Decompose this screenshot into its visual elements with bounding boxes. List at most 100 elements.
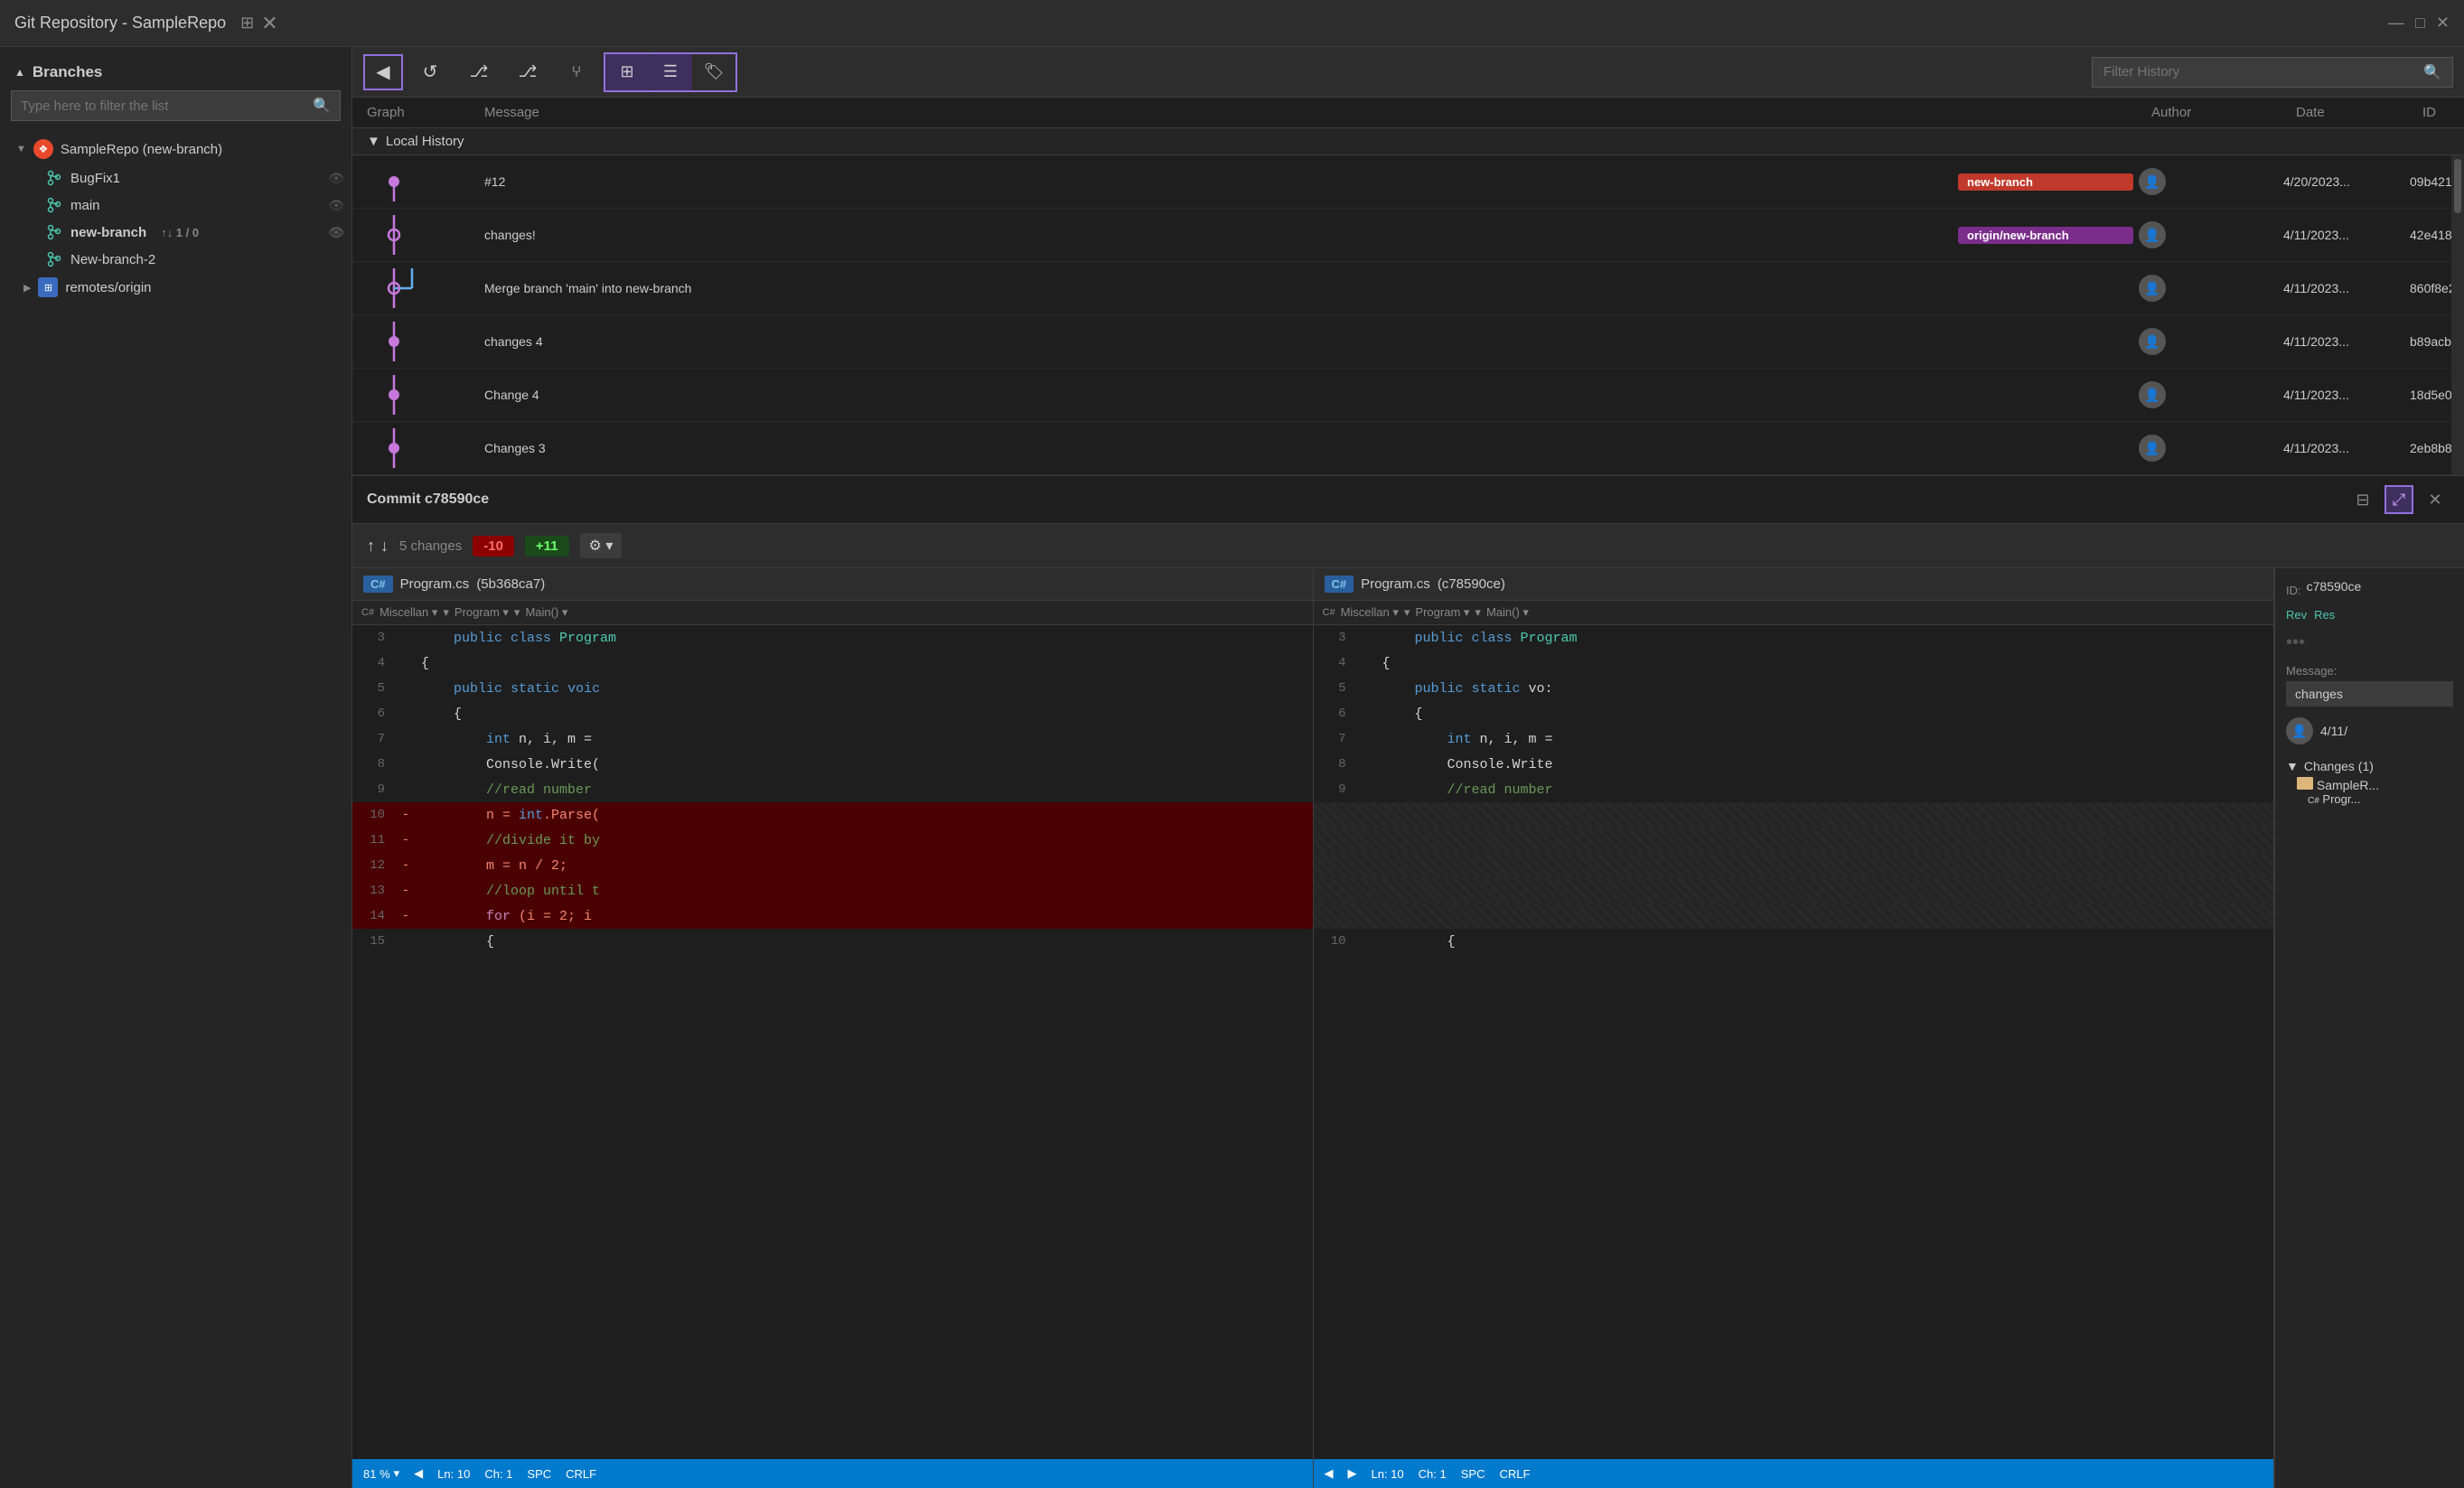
- close-diff-button[interactable]: ✕: [2421, 485, 2450, 514]
- nav-miscellan-right[interactable]: Miscellan ▾: [1341, 605, 1399, 620]
- table-row[interactable]: Change 4 👤 4/11/2023... 18d5e0be: [352, 369, 2451, 422]
- nav-program-left[interactable]: Program ▾: [454, 605, 509, 620]
- repo-icon: ❖: [33, 139, 53, 159]
- diff-header: ↑ ↓ 5 changes -10 +11 ⚙ ▾: [352, 524, 2464, 568]
- cs-badge-right: C#: [1325, 576, 1354, 593]
- pull-button[interactable]: ⎇: [506, 54, 549, 90]
- pin-button[interactable]: ⊞: [240, 14, 254, 33]
- view-graph-button[interactable]: ⊞: [605, 54, 649, 90]
- ln-left: Ln: 10: [437, 1467, 470, 1481]
- scroll-right-right[interactable]: ▶: [1348, 1466, 1357, 1481]
- graph-cell-5: [367, 375, 484, 415]
- diff-left-file-header: C# Program.cs (5b368ca7): [352, 568, 1313, 601]
- code-line: 9 //read number: [1314, 777, 2274, 802]
- branch-item-new-branch[interactable]: new-branch ↑↓ 1 / 0 👁: [9, 219, 351, 246]
- author-avatar-6: 👤: [2139, 435, 2166, 462]
- filter-search-icon[interactable]: 🔍: [2423, 63, 2441, 81]
- branch-icon-bugfix1: [45, 169, 63, 187]
- branch-eye-new-branch[interactable]: 👁: [328, 225, 344, 240]
- commit-date-6: 4/11/2023...: [2283, 441, 2410, 455]
- diff-down-arrow[interactable]: ↓: [380, 537, 389, 556]
- expand-button[interactable]: ⤢: [2384, 485, 2413, 514]
- nav-sep-2-left: ▾: [514, 605, 520, 620]
- changes-collapse[interactable]: ▼: [2286, 759, 2299, 773]
- col-id: ID: [2422, 105, 2450, 120]
- branch-tree: ▼ ❖ SampleRepo (new-branch) BugFix1 👁: [0, 134, 351, 302]
- table-row[interactable]: Changes 3 👤 4/11/2023... 2eb8b8d8: [352, 422, 2451, 475]
- remotes-collapse-arrow[interactable]: ▶: [23, 282, 31, 294]
- remotes-item[interactable]: ▶ ⊞ remotes/origin: [9, 273, 351, 302]
- commit-message-2: changes!: [484, 228, 1958, 242]
- branch-button[interactable]: ⑂: [555, 54, 598, 90]
- code-line: 6 {: [352, 701, 1313, 726]
- nav-main-left[interactable]: Main() ▾: [525, 605, 567, 620]
- diff-up-arrow[interactable]: ↑: [367, 537, 375, 556]
- code-line: 4 {: [1314, 650, 2274, 676]
- maximize-button[interactable]: □: [2415, 14, 2425, 33]
- back-button[interactable]: ◀: [363, 54, 403, 90]
- folder-icon: [2297, 777, 2313, 790]
- scroll-left[interactable]: ◀: [414, 1466, 423, 1481]
- history-header: Graph Message Author Date ID: [352, 98, 2464, 128]
- changes-file-name: Progr...: [2322, 792, 2360, 806]
- minimize-button[interactable]: —: [2388, 14, 2404, 33]
- commit-message-3: Merge branch 'main' into new-branch: [484, 281, 1958, 295]
- table-row[interactable]: changes! origin/new-branch 👤 4/11/2023..…: [352, 209, 2451, 262]
- revert-button[interactable]: Rev: [2286, 608, 2307, 622]
- branch-item-main[interactable]: main 👁: [9, 192, 351, 219]
- view-list-button[interactable]: ☰: [649, 54, 692, 90]
- code-line: 7 int n, i, m =: [1314, 726, 2274, 752]
- diff-settings-button[interactable]: ⚙ ▾: [580, 533, 623, 558]
- diff-right-hash: (c78590ce): [1438, 576, 1505, 592]
- repo-collapse-arrow[interactable]: ▼: [16, 144, 26, 154]
- branch-search-box[interactable]: 🔍: [11, 90, 341, 121]
- fetch-button[interactable]: ⎇: [457, 54, 501, 90]
- remotes-name: remotes/origin: [65, 280, 151, 295]
- window-close-button[interactable]: ✕: [2436, 14, 2450, 33]
- graph-cell-1: [367, 162, 484, 201]
- zoom-value: 81 %: [363, 1467, 390, 1481]
- code-line: 4 {: [352, 650, 1313, 676]
- reset-button[interactable]: Res: [2314, 608, 2335, 622]
- split-view-button[interactable]: ⊟: [2348, 485, 2377, 514]
- history-scrollbar[interactable]: [2451, 155, 2464, 475]
- branch-name-new-branch-2: New-branch-2: [70, 252, 155, 267]
- branch-eye-main[interactable]: 👁: [328, 198, 344, 213]
- code-line: 10 {: [1314, 929, 2274, 954]
- zoom-arrow[interactable]: ▾: [394, 1466, 400, 1481]
- table-row[interactable]: changes 4 👤 4/11/2023... b89acb41: [352, 315, 2451, 369]
- view-toggle-group: ⊞ ☰ 🏷: [604, 52, 737, 92]
- nav-program-right[interactable]: Program ▾: [1415, 605, 1469, 620]
- commit-id-6: 2eb8b8d8: [2410, 441, 2437, 455]
- diff-right-panel: C# Program.cs (c78590ce) C# Miscellan ▾ …: [1314, 568, 2275, 1488]
- code-line-removed: 10 - n = int.Parse(: [352, 802, 1313, 828]
- refresh-button[interactable]: ↺: [408, 54, 452, 90]
- commit-message-1: #12: [484, 174, 1958, 189]
- branch-search-input[interactable]: [21, 98, 313, 114]
- branch-eye-bugfix1[interactable]: 👁: [328, 171, 344, 186]
- commit-date-2: 4/11/2023...: [2283, 228, 2410, 242]
- close-tab-button[interactable]: ✕: [261, 12, 277, 35]
- message-value: changes: [2295, 687, 2343, 701]
- changes-folder[interactable]: SampleR...: [2286, 777, 2453, 792]
- branch-name-main: main: [70, 198, 100, 213]
- filter-history-box[interactable]: 🔍: [2092, 57, 2453, 88]
- id-label: ID:: [2286, 584, 2301, 597]
- view-tag-button[interactable]: 🏷: [692, 54, 735, 90]
- table-row[interactable]: Merge branch 'main' into new-branch 👤 4/…: [352, 262, 2451, 315]
- code-line: 5 public static voic: [352, 676, 1313, 701]
- nav-main-right[interactable]: Main() ▾: [1486, 605, 1529, 620]
- code-line: 8 Console.Write(: [352, 752, 1313, 777]
- table-row[interactable]: #12 new-branch 👤 4/20/2023... 09b42126: [352, 155, 2451, 209]
- scroll-left-right[interactable]: ◀: [1325, 1466, 1334, 1481]
- changes-file[interactable]: C# Progr...: [2286, 792, 2453, 806]
- local-history-collapse[interactable]: ▼: [367, 134, 380, 149]
- diff-left-panel: C# Program.cs (5b368ca7) C# Miscellan ▾ …: [352, 568, 1314, 1488]
- branch-item-new-branch-2[interactable]: New-branch-2: [9, 246, 351, 273]
- graph-cell-2: [367, 215, 484, 255]
- commit-id-2: 42e418b9: [2410, 228, 2437, 242]
- repo-row[interactable]: ▼ ❖ SampleRepo (new-branch): [9, 134, 351, 164]
- branch-item-bugfix1[interactable]: BugFix1 👁: [9, 164, 351, 192]
- nav-miscellan-left[interactable]: Miscellan ▾: [379, 605, 437, 620]
- filter-history-input[interactable]: [2103, 64, 2423, 80]
